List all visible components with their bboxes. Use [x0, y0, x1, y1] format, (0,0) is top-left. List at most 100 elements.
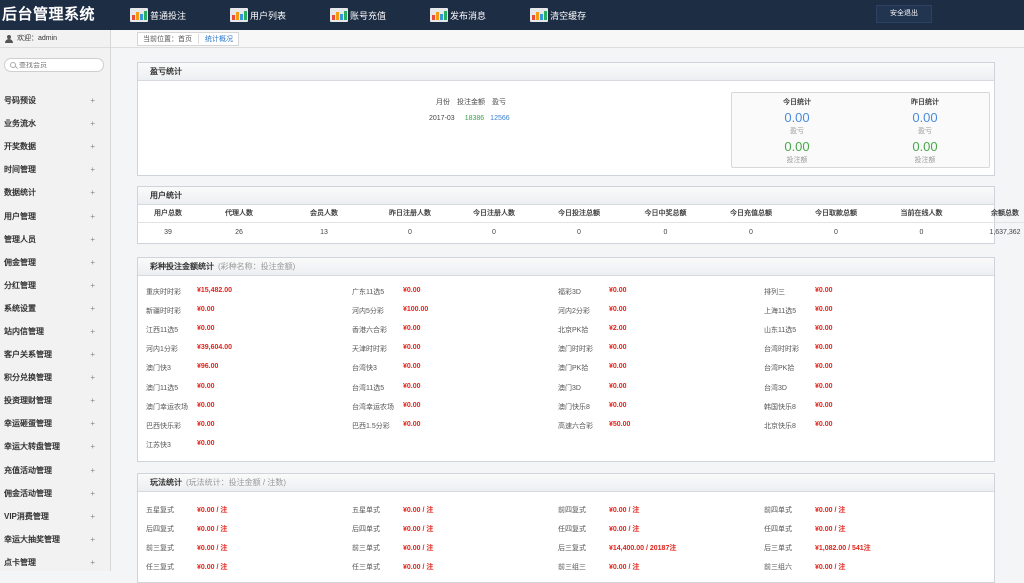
breadcrumb-home[interactable]: 首页: [178, 34, 192, 44]
stat-amount: ¥0.00: [403, 382, 421, 390]
topnav-item[interactable]: 用户列表: [230, 0, 286, 30]
stat-amount: ¥0.00: [403, 420, 421, 428]
stat-amount: ¥0.00: [815, 286, 833, 294]
sidebar-item[interactable]: 客户关系管理 +: [0, 343, 110, 366]
sidebar-item-label: 点卡管理: [4, 557, 36, 567]
yesterday-bet-caption: 投注额: [914, 157, 936, 164]
stat-amount: ¥0.00 / 注: [403, 506, 434, 514]
stat-cell: 任四单式 ¥0.00 / 注: [764, 524, 970, 534]
panel-title: 彩种投注金额统计 (彩种名称：投注金额): [138, 258, 994, 276]
top-bar: 后台管理系统 普通投注 用户列表 账号充值 发布消息 清空缓存 安全退出: [0, 0, 1024, 30]
sidebar-item[interactable]: 时间管理 +: [0, 158, 110, 181]
plus-icon: +: [90, 188, 95, 198]
sidebar-item[interactable]: 幸运大抽奖管理 +: [0, 528, 110, 551]
daily-stats-box: 今日统计 0.00 盈亏 0.00 投注额 昨日统计 0.00 盈亏 0.00 …: [731, 92, 990, 168]
chart-icon: [230, 8, 249, 22]
sidebar-item[interactable]: 号码预设 +: [0, 89, 110, 112]
stat-amount: ¥0.00: [609, 363, 627, 371]
stat-name: 任四单式: [764, 525, 792, 533]
sidebar-item-label: VIP消费管理: [4, 511, 49, 521]
stat-name: 前三单式: [352, 544, 380, 552]
sidebar-item[interactable]: 佣金管理 +: [0, 251, 110, 274]
stat-name: 澳门快乐8: [558, 403, 590, 411]
stat-value: 0: [577, 229, 581, 236]
topnav-item[interactable]: 发布消息: [430, 0, 486, 30]
stat-name: 任四复式: [558, 525, 586, 533]
stat-amount: ¥0.00: [403, 363, 421, 371]
logout-button[interactable]: 安全退出: [876, 5, 932, 23]
stat-name: 台湾11选5: [352, 384, 385, 392]
sidebar-item-label: 号码预设: [4, 96, 36, 106]
topnav-item[interactable]: 清空缓存: [530, 0, 586, 30]
sidebar-item[interactable]: 幸运大转盘管理 +: [0, 435, 110, 458]
stat-name: 天津时时彩: [352, 346, 387, 354]
stat-cell: 台湾3D ¥0.00: [764, 383, 970, 393]
plus-icon: +: [90, 119, 95, 129]
stat-amount: ¥0.00: [197, 401, 215, 409]
sidebar-item[interactable]: 站内信管理 +: [0, 320, 110, 343]
stat-amount: ¥0.00: [609, 344, 627, 352]
sidebar-item-label: 用户管理: [4, 211, 36, 221]
stat-amount: ¥15,482.00: [197, 286, 233, 294]
sidebar-item[interactable]: 开奖数据 +: [0, 135, 110, 158]
stat-name: 前三复式: [146, 544, 174, 552]
stat-amount: ¥0.00: [197, 382, 215, 390]
sidebar-item-label: 积分兑换管理: [4, 373, 52, 383]
search-icon[interactable]: [10, 62, 16, 68]
sidebar-item[interactable]: 用户管理 +: [0, 204, 110, 227]
stat-value: 0: [408, 229, 412, 236]
stat-amount: ¥0.00: [403, 286, 421, 294]
stat-cell: 山东11选5 ¥0.00: [764, 325, 970, 335]
stat-cell: 澳门时时彩 ¥0.00: [558, 344, 764, 354]
stat-name: 巴西1.5分彩: [352, 422, 390, 430]
topnav-item[interactable]: 账号充值: [330, 0, 386, 30]
stat-name: 河内5分彩: [352, 307, 384, 315]
stat-cell: 香港六合彩 ¥0.00: [352, 325, 558, 335]
panel-subtitle: (彩种名称：投注金额): [218, 262, 296, 271]
sidebar-item[interactable]: VIP消费管理 +: [0, 505, 110, 528]
profit-value: 12566: [490, 115, 510, 122]
sidebar-item[interactable]: 充值活动管理 +: [0, 459, 110, 482]
stat-amount: ¥0.00 / 注: [197, 525, 228, 533]
stat-name: 台湾3D: [764, 384, 787, 392]
search-input[interactable]: [19, 61, 99, 69]
stat-amount: ¥14,400.00 / 20187注: [609, 544, 677, 552]
sidebar-item-label: 分红管理: [4, 280, 36, 290]
stat-cell: 前四复式 ¥0.00 / 注: [558, 505, 764, 515]
col-header: 用户总数: [138, 205, 198, 223]
stat-value: 13: [320, 229, 328, 236]
stat-name: 前四单式: [764, 506, 792, 514]
sidebar-item-label: 投资理财管理: [4, 396, 52, 406]
stat-name: 五星单式: [352, 506, 380, 514]
sidebar-item[interactable]: 分红管理 +: [0, 274, 110, 297]
chart-icon: [130, 8, 148, 22]
topnav-label: 用户列表: [250, 10, 287, 21]
stat-cell: 五星复式 ¥0.00 / 注: [146, 505, 352, 515]
plus-icon: +: [90, 326, 95, 336]
panel-title-text: 彩种投注金额统计: [150, 262, 214, 271]
sidebar-item-label: 业务流水: [4, 119, 36, 129]
stat-cell: 澳门幸运农场 ¥0.00: [146, 402, 352, 412]
sidebar-item[interactable]: 系统设置 +: [0, 297, 110, 320]
sidebar-item[interactable]: 数据统计 +: [0, 181, 110, 204]
col-header: 代理人数: [198, 205, 280, 223]
stat-name: 澳门时时彩: [558, 346, 593, 354]
sidebar-item[interactable]: 业务流水 +: [0, 112, 110, 135]
panel-title-text: 玩法统计: [150, 478, 182, 487]
stat-name: 北京快乐8: [764, 422, 796, 430]
topnav-item[interactable]: 普通投注: [130, 0, 186, 30]
sidebar-item[interactable]: 管理人员 +: [0, 228, 110, 251]
stat-name: 巴西快乐彩: [146, 422, 181, 430]
stat-value: 0: [663, 229, 668, 236]
sidebar-item[interactable]: 佣金活动管理 +: [0, 482, 110, 505]
panel-subtitle: (玩法统计：投注金额 / 注数): [186, 478, 286, 487]
stat-name: 后三复式: [558, 544, 586, 552]
sidebar-item[interactable]: 投资理财管理 +: [0, 389, 110, 412]
user-stats-values: 39 26 13 0 0 0 0 0 0 0 1,637,362: [138, 223, 1020, 243]
chart-icon: [430, 8, 449, 22]
topnav-label: 账号充值: [350, 10, 387, 21]
sidebar-item-label: 充值活动管理: [4, 465, 52, 475]
sidebar-item[interactable]: 幸运砸蛋管理 +: [0, 412, 110, 435]
sidebar-item[interactable]: 积分兑换管理 +: [0, 366, 110, 389]
plus-icon: +: [90, 511, 95, 521]
